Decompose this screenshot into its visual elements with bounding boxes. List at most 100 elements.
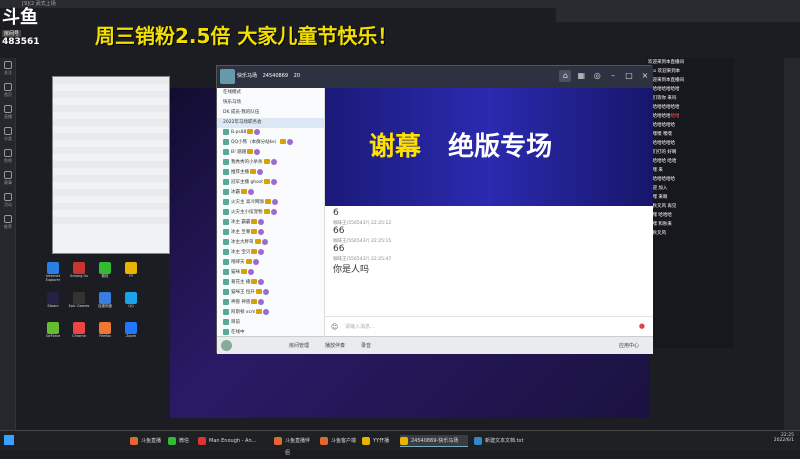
member-item[interactable]: DK 成员·我的队伍 xyxy=(217,108,324,118)
desktop-icon[interactable]: Firefox xyxy=(94,322,116,350)
user-avatar[interactable] xyxy=(221,340,232,351)
desktop-icon[interactable]: Internet Explorer xyxy=(42,262,64,290)
desktop-icon[interactable]: Chrome xyxy=(68,322,90,350)
member-name: 冰霸 xyxy=(231,190,240,195)
gamepad-icon[interactable]: ◎ xyxy=(591,70,603,82)
taskbar-item[interactable]: 斗鱼直播 xyxy=(130,435,162,447)
member-name: QQ小熊（本群分站ke） xyxy=(231,140,280,145)
member-item[interactable]: 冰主 宝贝 xyxy=(217,248,324,258)
desktop-icon-label: QQ xyxy=(128,304,134,308)
desktop-icon[interactable]: Zoom xyxy=(120,322,142,350)
danmaku-line: 哈哈哈哈哈哈 xyxy=(646,139,734,148)
taskbar-item[interactable]: Man Enough - An... xyxy=(198,435,268,447)
desktop-icon[interactable]: Epic Games xyxy=(68,292,90,320)
desktop-icon[interactable]: GeForce xyxy=(42,322,64,350)
mic-icon[interactable]: ● xyxy=(639,322,645,330)
bottom-bar-item[interactable]: 播放伴奏 xyxy=(325,343,345,349)
app-center[interactable]: 应用中心 xyxy=(619,342,639,349)
member-avatar xyxy=(223,128,229,135)
minimize-icon[interactable]: – xyxy=(607,70,619,82)
left-toolbar-item[interactable]: 推荐 xyxy=(0,212,16,234)
member-item[interactable]: 推荐主播 xyxy=(217,168,324,178)
member-name: 我秀秀的小杀杀 xyxy=(231,160,263,165)
member-avatar xyxy=(223,238,229,245)
member-item[interactable]: 冰主 霸霸 xyxy=(217,218,324,228)
close-icon[interactable]: × xyxy=(639,70,651,82)
crown-badge-icon xyxy=(251,219,258,224)
danmaku-line: 哈哈哈哈哈哈哈 xyxy=(646,103,734,112)
bottom-bar-item[interactable]: 房间管理 xyxy=(289,343,309,349)
member-item[interactable]: 猫咪 xyxy=(217,268,324,278)
stream-marquee: 周三销粉2.5倍 大家儿童节快乐！ xyxy=(95,24,398,48)
member-item[interactable]: QQ小熊（本群分站ke） xyxy=(217,138,324,148)
app-icon xyxy=(125,292,137,304)
member-item[interactable]: 火灾主 高冷网咖 xyxy=(217,198,324,208)
member-item[interactable]: 冰主 至尊 xyxy=(217,228,324,238)
member-item[interactable]: 目前 xyxy=(217,318,324,328)
bg-window-row xyxy=(53,210,169,217)
member-item[interactable]: 冠军主播 ghost xyxy=(217,178,324,188)
start-icon[interactable] xyxy=(4,435,14,445)
desktop-icon[interactable]: YY xyxy=(120,262,142,290)
emoji-icon[interactable]: ☺ xyxy=(331,323,338,331)
member-item[interactable]: B! 蹭蹭 xyxy=(217,148,324,158)
home-icon[interactable]: ⌂ xyxy=(559,70,572,82)
member-avatar xyxy=(223,178,229,185)
taskbar-app-icon xyxy=(362,437,370,445)
toolbar-icon xyxy=(4,61,12,69)
taskbar-item[interactable]: 斗鱼直播伴侣 xyxy=(274,435,314,456)
member-item[interactable]: 在线模式 xyxy=(217,88,324,98)
member-item[interactable]: 火灾主小炫宠物 xyxy=(217,208,324,218)
member-item[interactable]: 咆哮天 xyxy=(217,258,324,268)
danmaku-line: Oss 欢迎来到本 xyxy=(646,67,734,76)
member-item[interactable]: 阿斯顿 xcm xyxy=(217,308,324,318)
member-name: 快乐马场 xyxy=(223,100,241,105)
member-item[interactable]: 冰主大胖哥 xyxy=(217,238,324,248)
left-toolbar-item[interactable]: 直播 xyxy=(0,102,16,124)
taskbar-item[interactable]: 新建文本文档.txt xyxy=(474,435,530,447)
member-item[interactable]: 我秀秀的小杀杀 xyxy=(217,158,324,168)
toolbar-icon xyxy=(4,83,12,91)
bottom-bar-item[interactable]: 录音 xyxy=(361,343,371,349)
danmaku-line: 哈哈哈哈哈哈 xyxy=(646,175,734,184)
crown-badge-icon xyxy=(254,239,261,244)
desktop-icon[interactable]: Among Us xyxy=(68,262,90,290)
member-item[interactable]: 快乐马场 xyxy=(217,98,324,108)
member-avatar xyxy=(223,328,229,335)
left-toolbar-item[interactable]: 活动 xyxy=(0,190,16,212)
left-toolbar-item[interactable]: 首页 xyxy=(0,80,16,102)
taskbar-label: 微信 xyxy=(179,438,190,444)
room-number: 483561 xyxy=(2,37,40,47)
member-name: 冰主 宝贝 xyxy=(231,250,251,255)
member-item[interactable]: B.ps88 xyxy=(217,128,324,138)
room-label: 房间号 xyxy=(2,30,22,37)
bg-window-row xyxy=(53,140,169,147)
toolbar-label: 关注 xyxy=(4,70,12,75)
bg-window-row xyxy=(53,133,169,140)
desktop-icon[interactable]: 微信 xyxy=(94,262,116,290)
message-input[interactable]: ☺ 请输入消息... ● xyxy=(325,316,653,336)
left-toolbar-item[interactable]: 关注 xyxy=(0,58,16,80)
member-item[interactable]: 2022年马场职务会 xyxy=(217,118,324,128)
member-item[interactable]: 猫咪王 恒升 xyxy=(217,288,324,298)
desktop-icon[interactable]: 百度网盘 xyxy=(94,292,116,320)
taskbar-item[interactable]: 24540869-快乐马场 xyxy=(400,435,468,447)
left-toolbar-item[interactable]: 鱼吧 xyxy=(0,146,16,168)
app-icon xyxy=(99,262,111,274)
maximize-icon[interactable]: □ xyxy=(623,70,635,82)
taskbar-item[interactable]: 微信 xyxy=(168,435,192,447)
member-item[interactable]: 菊花主 播 xyxy=(217,278,324,288)
left-toolbar-item[interactable]: 分类 xyxy=(0,124,16,146)
toolbar-label: 赛事 xyxy=(4,180,12,185)
chat-message: 咖啡王(556543?) 22:25:15 66 xyxy=(333,238,653,254)
room-banner: 谢幕 绝版专场 xyxy=(325,88,653,206)
taskbar-item[interactable]: YY开播 xyxy=(362,435,394,447)
member-item[interactable]: 神兽 神兽 xyxy=(217,298,324,308)
left-toolbar-item[interactable]: 赛事 xyxy=(0,168,16,190)
desktop-icon[interactable]: QQ xyxy=(120,292,142,320)
grid-icon[interactable]: ▦ xyxy=(575,70,587,82)
danmaku-line: 你们打的 好啊 xyxy=(646,148,734,157)
member-item[interactable]: 冰霸 xyxy=(217,188,324,198)
desktop-icon[interactable]: Steam xyxy=(42,292,64,320)
taskbar-item[interactable]: 斗鱼客户端 xyxy=(320,435,356,447)
